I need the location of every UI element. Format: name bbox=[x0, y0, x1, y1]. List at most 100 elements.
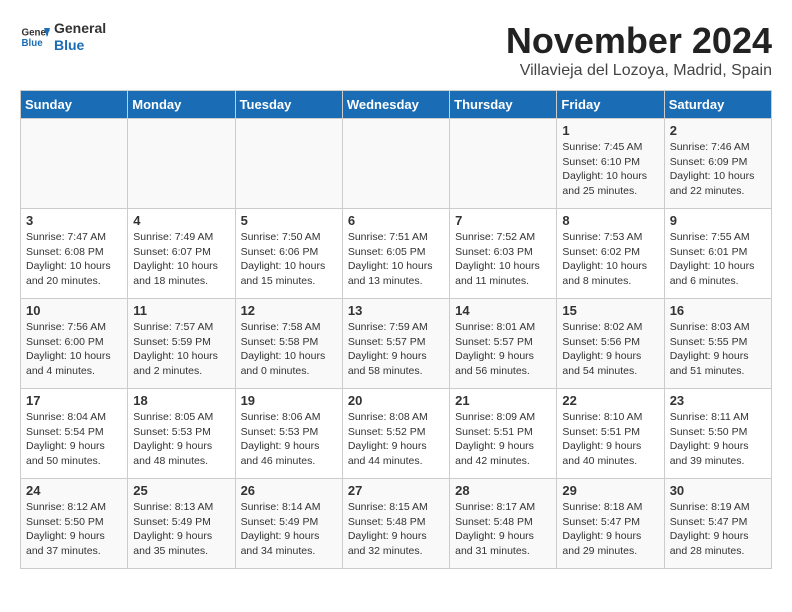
svg-text:Blue: Blue bbox=[22, 38, 44, 49]
day-info: Sunrise: 7:51 AM Sunset: 6:05 PM Dayligh… bbox=[348, 230, 444, 289]
day-number: 1 bbox=[562, 123, 658, 138]
day-number: 26 bbox=[241, 483, 337, 498]
day-cell: 28 Sunrise: 8:17 AM Sunset: 5:48 PM Dayli… bbox=[450, 479, 557, 569]
day-cell: 4Sunrise: 7:49 AM Sunset: 6:07 PM Daylig… bbox=[128, 209, 235, 299]
day-cell: 9 Sunrise: 7:55 AM Sunset: 6:01 PM Daylig… bbox=[664, 209, 771, 299]
day-number: 2 bbox=[670, 123, 766, 138]
day-number: 19 bbox=[241, 393, 337, 408]
day-cell: 8 Sunrise: 7:53 AM Sunset: 6:02 PM Daylig… bbox=[557, 209, 664, 299]
day-info: Sunrise: 8:03 AM Sunset: 5:55 PM Dayligh… bbox=[670, 320, 766, 379]
day-number: 13 bbox=[348, 303, 444, 318]
day-number: 8 bbox=[562, 213, 658, 228]
week-row-0: 1 Sunrise: 7:45 AM Sunset: 6:10 PM Daylig… bbox=[21, 119, 772, 209]
day-number: 17 bbox=[26, 393, 122, 408]
day-cell: 18Sunrise: 8:05 AM Sunset: 5:53 PM Dayli… bbox=[128, 389, 235, 479]
header: General Blue General Blue November 2024 … bbox=[20, 20, 772, 80]
day-info: Sunrise: 8:11 AM Sunset: 5:50 PM Dayligh… bbox=[670, 410, 766, 469]
week-row-3: 17 Sunrise: 8:04 AM Sunset: 5:54 PM Dayli… bbox=[21, 389, 772, 479]
day-cell: 6 Sunrise: 7:51 AM Sunset: 6:05 PM Daylig… bbox=[342, 209, 449, 299]
day-info: Sunrise: 7:58 AM Sunset: 5:58 PM Dayligh… bbox=[241, 320, 337, 379]
location: Villavieja del Lozoya, Madrid, Spain bbox=[506, 62, 772, 80]
day-info: Sunrise: 8:12 AM Sunset: 5:50 PM Dayligh… bbox=[26, 500, 122, 559]
day-info: Sunrise: 8:06 AM Sunset: 5:53 PM Dayligh… bbox=[241, 410, 337, 469]
header-monday: Monday bbox=[128, 91, 235, 119]
day-cell: 27 Sunrise: 8:15 AM Sunset: 5:48 PM Dayli… bbox=[342, 479, 449, 569]
day-info: Sunrise: 8:10 AM Sunset: 5:51 PM Dayligh… bbox=[562, 410, 658, 469]
day-info: Sunrise: 8:18 AM Sunset: 5:47 PM Dayligh… bbox=[562, 500, 658, 559]
day-cell bbox=[128, 119, 235, 209]
day-cell: 20 Sunrise: 8:08 AM Sunset: 5:52 PM Dayli… bbox=[342, 389, 449, 479]
day-cell: 11 Sunrise: 7:57 AM Sunset: 5:59 PM Dayli… bbox=[128, 299, 235, 389]
day-info: Sunrise: 8:01 AM Sunset: 5:57 PM Dayligh… bbox=[455, 320, 551, 379]
day-info: Sunrise: 7:46 AM Sunset: 6:09 PM Dayligh… bbox=[670, 140, 766, 199]
day-info: Sunrise: 7:59 AM Sunset: 5:57 PM Dayligh… bbox=[348, 320, 444, 379]
day-number: 20 bbox=[348, 393, 444, 408]
day-info: Sunrise: 7:52 AM Sunset: 6:03 PM Dayligh… bbox=[455, 230, 551, 289]
logo-text: General Blue bbox=[54, 20, 106, 54]
day-info: Sunrise: 8:08 AM Sunset: 5:52 PM Dayligh… bbox=[348, 410, 444, 469]
header-row: SundayMondayTuesdayWednesdayThursdayFrid… bbox=[21, 91, 772, 119]
header-saturday: Saturday bbox=[664, 91, 771, 119]
day-cell: 7 Sunrise: 7:52 AM Sunset: 6:03 PM Daylig… bbox=[450, 209, 557, 299]
logo-blue: Blue bbox=[54, 37, 106, 54]
day-cell: 30 Sunrise: 8:19 AM Sunset: 5:47 PM Dayli… bbox=[664, 479, 771, 569]
day-info: Sunrise: 8:13 AM Sunset: 5:49 PM Dayligh… bbox=[133, 500, 229, 559]
day-number: 28 bbox=[455, 483, 551, 498]
day-info: Sunrise: 7:45 AM Sunset: 6:10 PM Dayligh… bbox=[562, 140, 658, 199]
day-number: 23 bbox=[670, 393, 766, 408]
day-cell: 25 Sunrise: 8:13 AM Sunset: 5:49 PM Dayli… bbox=[128, 479, 235, 569]
day-cell bbox=[342, 119, 449, 209]
day-cell: 21 Sunrise: 8:09 AM Sunset: 5:51 PM Dayli… bbox=[450, 389, 557, 479]
day-number: 5 bbox=[241, 213, 337, 228]
day-cell: 12 Sunrise: 7:58 AM Sunset: 5:58 PM Dayli… bbox=[235, 299, 342, 389]
day-number: 27 bbox=[348, 483, 444, 498]
day-number: 25 bbox=[133, 483, 229, 498]
day-info: Sunrise: 8:15 AM Sunset: 5:48 PM Dayligh… bbox=[348, 500, 444, 559]
header-thursday: Thursday bbox=[450, 91, 557, 119]
day-number: 16 bbox=[670, 303, 766, 318]
day-cell bbox=[450, 119, 557, 209]
day-info: Sunrise: 7:55 AM Sunset: 6:01 PM Dayligh… bbox=[670, 230, 766, 289]
day-cell: 10Sunrise: 7:56 AM Sunset: 6:00 PM Dayli… bbox=[21, 299, 128, 389]
day-info: Sunrise: 7:47 AM Sunset: 6:08 PM Dayligh… bbox=[26, 230, 122, 289]
day-number: 29 bbox=[562, 483, 658, 498]
day-info: Sunrise: 7:50 AM Sunset: 6:06 PM Dayligh… bbox=[241, 230, 337, 289]
day-info: Sunrise: 8:17 AM Sunset: 5:48 PM Dayligh… bbox=[455, 500, 551, 559]
day-number: 30 bbox=[670, 483, 766, 498]
day-number: 12 bbox=[241, 303, 337, 318]
day-info: Sunrise: 7:57 AM Sunset: 5:59 PM Dayligh… bbox=[133, 320, 229, 379]
day-cell: 22Sunrise: 8:10 AM Sunset: 5:51 PM Dayli… bbox=[557, 389, 664, 479]
day-cell: 24 Sunrise: 8:12 AM Sunset: 5:50 PM Dayli… bbox=[21, 479, 128, 569]
header-tuesday: Tuesday bbox=[235, 91, 342, 119]
day-info: Sunrise: 8:05 AM Sunset: 5:53 PM Dayligh… bbox=[133, 410, 229, 469]
week-row-4: 24 Sunrise: 8:12 AM Sunset: 5:50 PM Dayli… bbox=[21, 479, 772, 569]
logo-general: General bbox=[54, 20, 106, 37]
day-number: 6 bbox=[348, 213, 444, 228]
header-friday: Friday bbox=[557, 91, 664, 119]
day-cell: 1 Sunrise: 7:45 AM Sunset: 6:10 PM Daylig… bbox=[557, 119, 664, 209]
header-sunday: Sunday bbox=[21, 91, 128, 119]
day-number: 7 bbox=[455, 213, 551, 228]
day-info: Sunrise: 8:02 AM Sunset: 5:56 PM Dayligh… bbox=[562, 320, 658, 379]
day-cell: 5 Sunrise: 7:50 AM Sunset: 6:06 PM Daylig… bbox=[235, 209, 342, 299]
day-cell: 23 Sunrise: 8:11 AM Sunset: 5:50 PM Dayli… bbox=[664, 389, 771, 479]
day-number: 11 bbox=[133, 303, 229, 318]
logo: General Blue General Blue bbox=[20, 20, 106, 54]
day-info: Sunrise: 8:09 AM Sunset: 5:51 PM Dayligh… bbox=[455, 410, 551, 469]
day-number: 24 bbox=[26, 483, 122, 498]
day-cell: 17 Sunrise: 8:04 AM Sunset: 5:54 PM Dayli… bbox=[21, 389, 128, 479]
day-number: 21 bbox=[455, 393, 551, 408]
day-info: Sunrise: 7:56 AM Sunset: 6:00 PM Dayligh… bbox=[26, 320, 122, 379]
calendar-table: SundayMondayTuesdayWednesdayThursdayFrid… bbox=[20, 90, 772, 569]
day-number: 9 bbox=[670, 213, 766, 228]
day-info: Sunrise: 7:49 AM Sunset: 6:07 PM Dayligh… bbox=[133, 230, 229, 289]
day-info: Sunrise: 8:14 AM Sunset: 5:49 PM Dayligh… bbox=[241, 500, 337, 559]
week-row-1: 3Sunrise: 7:47 AM Sunset: 6:08 PM Daylig… bbox=[21, 209, 772, 299]
day-number: 14 bbox=[455, 303, 551, 318]
day-cell: 13 Sunrise: 7:59 AM Sunset: 5:57 PM Dayli… bbox=[342, 299, 449, 389]
day-cell bbox=[21, 119, 128, 209]
day-info: Sunrise: 7:53 AM Sunset: 6:02 PM Dayligh… bbox=[562, 230, 658, 289]
day-cell: 16 Sunrise: 8:03 AM Sunset: 5:55 PM Dayli… bbox=[664, 299, 771, 389]
day-info: Sunrise: 8:04 AM Sunset: 5:54 PM Dayligh… bbox=[26, 410, 122, 469]
day-info: Sunrise: 8:19 AM Sunset: 5:47 PM Dayligh… bbox=[670, 500, 766, 559]
